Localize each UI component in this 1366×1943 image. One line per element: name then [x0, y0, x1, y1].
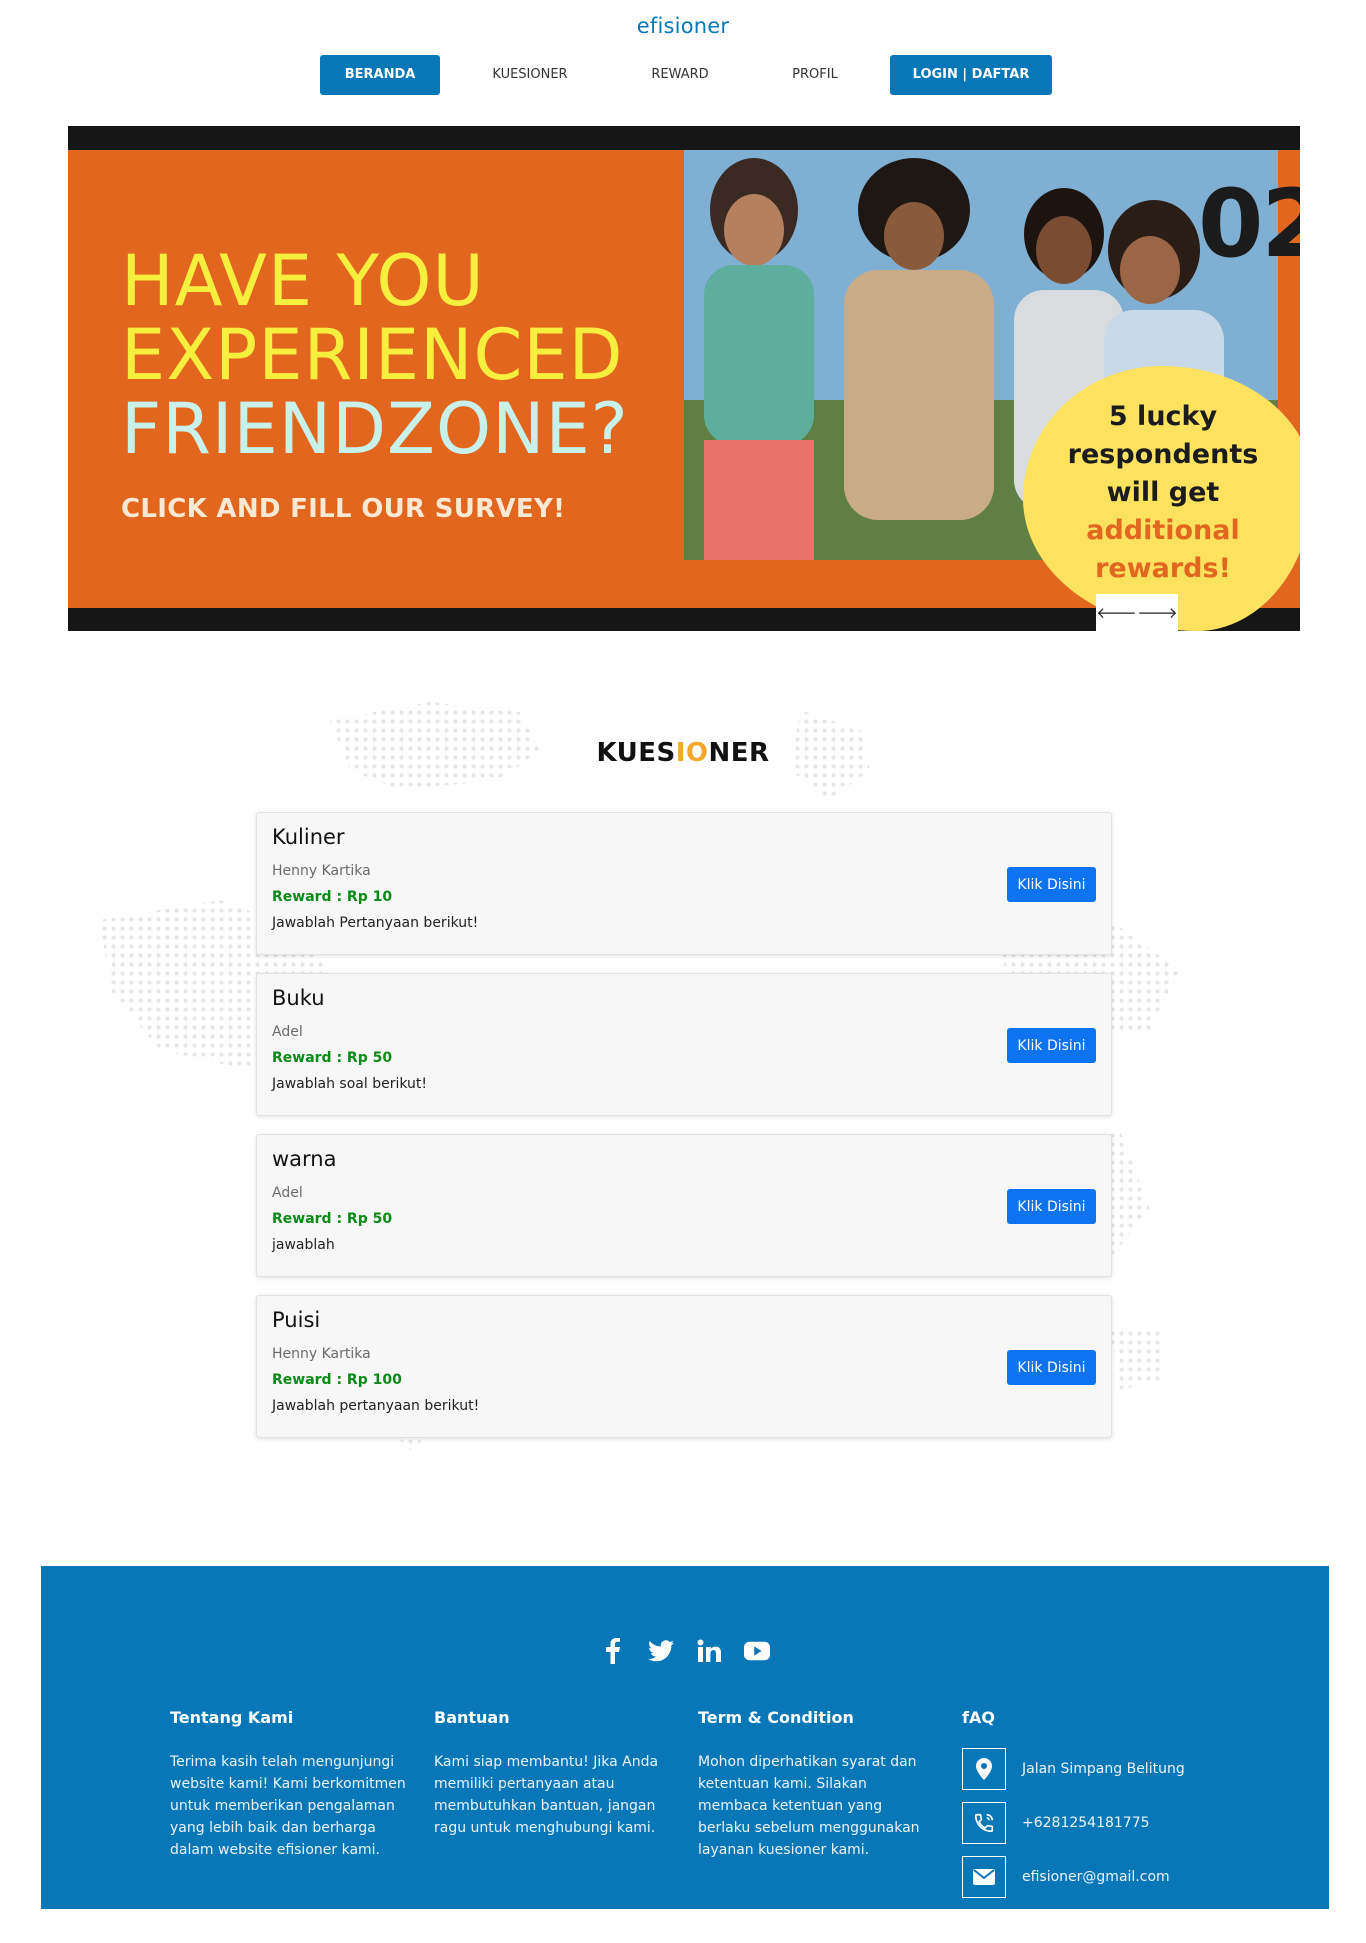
- site-footer: Tentang Kami Terima kasih telah mengunju…: [41, 1566, 1329, 1909]
- badge-line-5: rewards!: [1095, 553, 1231, 584]
- card-author: Henny Kartika: [272, 863, 371, 879]
- klik-disini-button[interactable]: Klik Disini: [1007, 1028, 1096, 1063]
- card-reward: Reward : Rp 10: [272, 889, 393, 905]
- card-author: Henny Kartika: [272, 1346, 371, 1362]
- footer-faq: fAQ: [962, 1708, 1202, 1751]
- card-description: jawablah: [272, 1237, 335, 1253]
- badge-line-4: additional: [1086, 515, 1240, 546]
- footer-about: Tentang Kami Terima kasih telah mengunju…: [170, 1708, 410, 1861]
- card-author: Adel: [272, 1024, 303, 1040]
- badge-text: 5 lucky respondents will get: [1048, 398, 1278, 512]
- footer-about-text: Terima kasih telah mengunjungi website k…: [170, 1754, 406, 1858]
- badge-accent-text: additional rewards!: [1048, 512, 1278, 588]
- footer-help-text: Kami siap membantu! Jika Anda memiliki p…: [434, 1754, 659, 1836]
- card-reward: Reward : Rp 50: [272, 1050, 393, 1066]
- nav-profil[interactable]: PROFIL: [760, 55, 870, 95]
- questionnaire-card: Buku Adel Reward : Rp 50 Jawablah soal b…: [256, 973, 1112, 1116]
- klik-disini-button[interactable]: Klik Disini: [1007, 867, 1096, 902]
- arrow-left-icon[interactable]: 🡐: [1096, 594, 1137, 631]
- headline-line-3: FRIENDZONE?: [121, 388, 629, 470]
- phone-icon: [962, 1802, 1006, 1844]
- nav-beranda[interactable]: BERANDA: [320, 55, 440, 95]
- card-description: Jawablah soal berikut!: [272, 1076, 427, 1092]
- card-description: Jawablah Pertanyaan berikut!: [272, 915, 479, 931]
- footer-faq-heading: fAQ: [962, 1708, 995, 1727]
- hero-banner[interactable]: HAVE YOU EXPERIENCED FRIENDZONE? CLICK A…: [68, 126, 1300, 631]
- banner-headline: HAVE YOU EXPERIENCED FRIENDZONE?: [121, 244, 629, 466]
- questionnaire-card: Puisi Henny Kartika Reward : Rp 100 Jawa…: [256, 1295, 1112, 1438]
- footer-about-heading: Tentang Kami: [170, 1708, 294, 1727]
- questionnaire-card: Kuliner Henny Kartika Reward : Rp 10 Jaw…: [256, 812, 1112, 955]
- nav-login-daftar[interactable]: LOGIN | DAFTAR: [890, 55, 1052, 95]
- envelope-icon: [962, 1856, 1006, 1898]
- contact-phone: +6281254181775: [962, 1802, 1282, 1844]
- card-reward: Reward : Rp 100: [272, 1372, 402, 1388]
- footer-terms-heading: Term & Condition: [698, 1708, 854, 1727]
- footer-terms: Term & Condition Mohon diperhatikan syar…: [698, 1708, 938, 1861]
- linkedin-icon[interactable]: [696, 1638, 722, 1664]
- card-reward: Reward : Rp 50: [272, 1211, 393, 1227]
- badge-line-3: will get: [1106, 477, 1220, 508]
- badge-line-1: 5 lucky: [1108, 401, 1218, 432]
- contact-email: efisioner@gmail.com: [962, 1856, 1282, 1898]
- badge-line-2: respondents: [1067, 439, 1259, 470]
- section-title-kuesioner: KUESIONER: [0, 738, 1366, 768]
- contact-address-text: Jalan Simpang Belitung: [1022, 1761, 1185, 1777]
- card-title: Kuliner: [272, 825, 345, 849]
- card-author: Adel: [272, 1185, 303, 1201]
- social-links: [41, 1638, 1329, 1664]
- footer-terms-text: Mohon diperhatikan syarat dan ketentuan …: [698, 1754, 920, 1858]
- youtube-icon[interactable]: [744, 1638, 770, 1664]
- title-part-1: KUES: [596, 738, 676, 768]
- footer-help-heading: Bantuan: [434, 1708, 510, 1727]
- banner-cta: CLICK AND FILL OUR SURVEY!: [121, 494, 566, 524]
- headline-line-1: HAVE YOU: [121, 240, 485, 322]
- facebook-icon[interactable]: [600, 1638, 626, 1664]
- slider-controls: 🡐 🡒: [1096, 594, 1178, 631]
- card-title: Buku: [272, 986, 325, 1010]
- main-nav: BERANDA KUESIONER REWARD PROFIL LOGIN | …: [0, 55, 1366, 95]
- contact-address: Jalan Simpang Belitung: [962, 1748, 1282, 1790]
- nav-reward[interactable]: REWARD: [620, 55, 740, 95]
- contact-phone-text[interactable]: +6281254181775: [1022, 1815, 1150, 1831]
- slide-number: 02: [1198, 170, 1300, 279]
- card-title: Puisi: [272, 1308, 321, 1332]
- contact-email-text[interactable]: efisioner@gmail.com: [1022, 1869, 1170, 1885]
- twitter-icon[interactable]: [648, 1638, 674, 1664]
- brand-logo[interactable]: efisioner: [0, 14, 1366, 38]
- title-part-2: NER: [708, 738, 770, 768]
- footer-help: Bantuan Kami siap membantu! Jika Anda me…: [434, 1708, 674, 1839]
- klik-disini-button[interactable]: Klik Disini: [1007, 1350, 1096, 1385]
- questionnaire-card: warna Adel Reward : Rp 50 jawablah Klik …: [256, 1134, 1112, 1277]
- card-description: Jawablah pertanyaan berikut!: [272, 1398, 480, 1414]
- title-highlight: IO: [675, 738, 709, 768]
- map-marker-icon: [962, 1748, 1006, 1790]
- arrow-right-icon[interactable]: 🡒: [1137, 594, 1178, 631]
- card-title: warna: [272, 1147, 337, 1171]
- nav-kuesioner[interactable]: KUESIONER: [470, 55, 590, 95]
- klik-disini-button[interactable]: Klik Disini: [1007, 1189, 1096, 1224]
- headline-line-2: EXPERIENCED: [121, 314, 624, 396]
